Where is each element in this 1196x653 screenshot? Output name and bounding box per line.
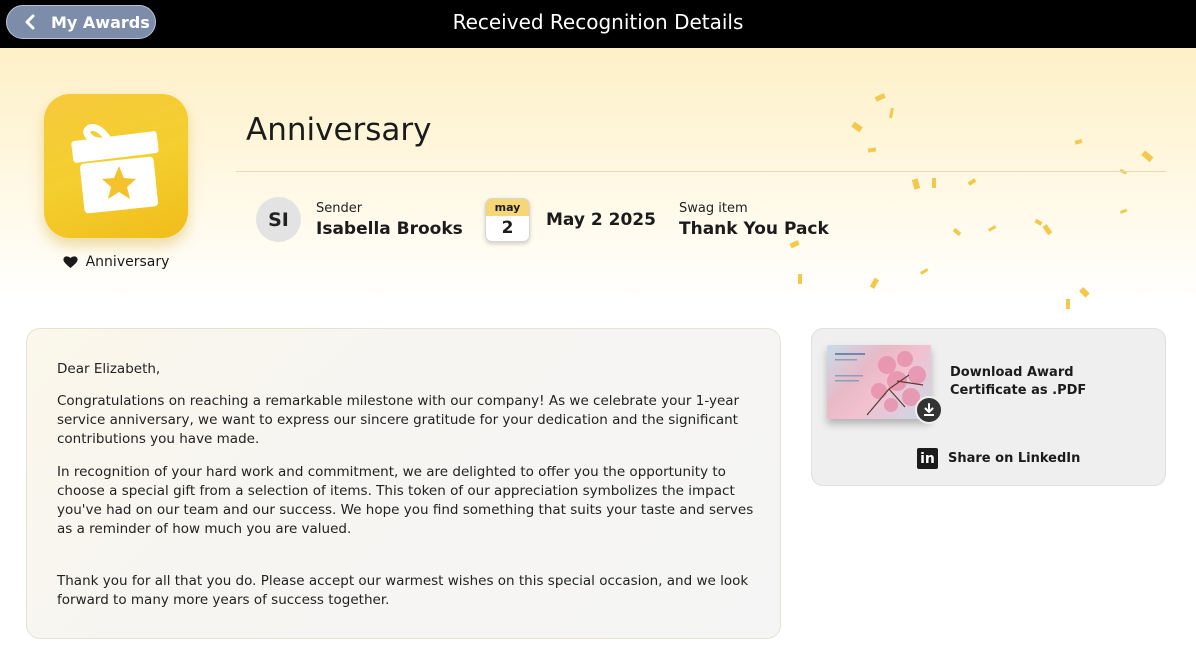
- heart-icon: [63, 256, 78, 268]
- award-date: May 2 2025: [546, 210, 656, 230]
- sender-avatar: SI: [256, 197, 301, 242]
- award-category-label: Anniversary: [85, 254, 170, 270]
- top-bar: My Awards Received Recognition Details: [0, 0, 1196, 48]
- award-icon-tile: [44, 94, 188, 238]
- message-card: Dear Elizabeth, Congratulations on reach…: [26, 328, 781, 639]
- swag-value: Thank You Pack: [679, 219, 829, 239]
- calendar-month: may: [486, 199, 529, 216]
- award-title: Anniversary: [246, 112, 432, 148]
- award-category: Anniversary: [44, 254, 188, 270]
- swag-label: Swag item: [679, 201, 748, 216]
- download-certificate-link[interactable]: Download Award Certificate as .PDF: [950, 364, 1140, 400]
- sender-label: Sender: [316, 201, 363, 216]
- message-paragraph: Congratulations on reaching a remarkable…: [57, 393, 740, 447]
- calendar-day: 2: [501, 218, 514, 238]
- divider: [236, 171, 1166, 172]
- share-linkedin-label: Share on LinkedIn: [948, 451, 1081, 466]
- calendar-icon: may 2: [485, 198, 530, 242]
- share-linkedin-button[interactable]: in Share on LinkedIn: [917, 448, 1080, 469]
- gift-star-icon: [71, 124, 159, 214]
- linkedin-icon: in: [917, 448, 938, 469]
- message-paragraph: Thank you for all that you do. Please ac…: [57, 573, 749, 608]
- page-title: Received Recognition Details: [452, 10, 744, 34]
- message-greeting: Dear Elizabeth,: [57, 361, 161, 377]
- message-paragraph: In recognition of your hard work and com…: [57, 464, 754, 537]
- certificate-card: Download Award Certificate as .PDF in Sh…: [811, 328, 1166, 486]
- download-icon[interactable]: [915, 396, 943, 424]
- sender-name: Isabella Brooks: [316, 219, 463, 239]
